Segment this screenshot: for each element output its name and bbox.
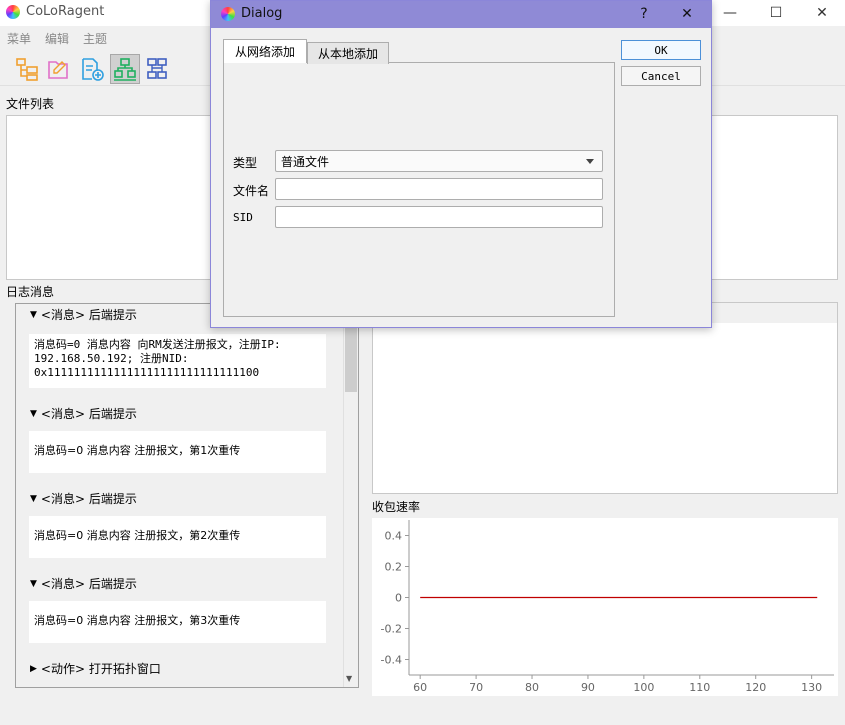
y-tick-label: -0.4 (381, 654, 402, 667)
scroll-down-arrow-icon[interactable]: ▼ (346, 674, 352, 683)
type-select-value: 普通文件 (281, 154, 330, 169)
minimize-button[interactable]: — (707, 0, 753, 26)
menu-item-menu[interactable]: 菜单 (7, 30, 31, 47)
topology-panel[interactable] (372, 302, 838, 494)
log-entry-body: 消息码=0 消息内容 注册报文，第2次重传 (29, 516, 326, 558)
folder-open-icon[interactable] (44, 54, 74, 84)
sid-input[interactable] (275, 206, 603, 228)
file-list-label: 文件列表 (6, 97, 55, 111)
x-tick-label: 130 (801, 681, 822, 694)
y-tick-label: 0 (395, 592, 402, 605)
x-tick-label: 80 (525, 681, 539, 694)
ok-button[interactable]: OK (621, 40, 701, 60)
close-button[interactable]: ✕ (799, 0, 845, 26)
x-tick-label: 120 (745, 681, 766, 694)
x-tick-label: 110 (689, 681, 710, 694)
collapse-triangle-icon: ▼ (30, 493, 37, 504)
filename-label: 文件名 (233, 184, 270, 198)
log-entry-header[interactable]: ▼ <消息> 后端提示 (30, 575, 137, 592)
log-entry-header[interactable]: ▼ <消息> 后端提示 (30, 490, 137, 507)
log-entry-body: 消息码=0 消息内容 注册报文，第1次重传 (29, 431, 326, 473)
log-entry-header[interactable]: ▼ <消息> 后端提示 (30, 405, 137, 422)
x-tick-label: 90 (581, 681, 595, 694)
menu-item-edit[interactable]: 编辑 (45, 30, 69, 47)
collapse-triangle-icon: ▼ (30, 309, 37, 320)
collapse-triangle-icon: ▼ (30, 578, 37, 589)
expand-triangle-icon: ▶ (30, 663, 37, 674)
chart-label: 收包速率 (372, 500, 421, 514)
menu-item-theme[interactable]: 主题 (83, 30, 107, 47)
log-entry-collapsed[interactable]: ▶ <动作> 打开拓扑窗口 (30, 660, 161, 677)
log-entry-body: 消息码=0 消息内容 注册报文，第3次重传 (29, 601, 326, 643)
log-entry-header[interactable]: ▼ <消息> 后端提示 (30, 306, 137, 323)
app-logo-icon (6, 5, 20, 19)
log-label: 日志消息 (6, 285, 55, 299)
x-tick-label: 70 (469, 681, 483, 694)
filename-input[interactable] (275, 178, 603, 200)
dialog-title: Dialog (241, 6, 283, 21)
window-title: CoLoRagent (26, 4, 105, 19)
sid-label: SID (233, 211, 253, 224)
maximize-button[interactable]: ☐ (753, 0, 799, 26)
x-tick-label: 60 (413, 681, 427, 694)
cancel-button[interactable]: Cancel (621, 66, 701, 86)
collapse-triangle-icon: ▼ (30, 408, 37, 419)
folder-tree-icon[interactable] (12, 54, 42, 84)
type-label: 类型 (233, 156, 258, 170)
tab-from-local[interactable]: 从本地添加 (307, 42, 389, 64)
chart-background (372, 518, 838, 696)
topology-icon[interactable] (142, 54, 172, 84)
chevron-down-icon (586, 159, 594, 164)
x-tick-label: 100 (633, 681, 654, 694)
y-tick-label: 0.2 (385, 561, 403, 574)
network-icon[interactable] (110, 54, 140, 84)
log-entry-body: 消息码=0 消息内容 向RM发送注册报文，注册IP: 192.168.50.19… (29, 334, 326, 388)
dialog-close-button[interactable]: ✕ (669, 1, 705, 27)
add-file-icon[interactable] (77, 54, 107, 84)
y-tick-label: -0.2 (381, 623, 402, 636)
dialog-help-button[interactable]: ? (626, 1, 662, 27)
type-select[interactable]: 普通文件 (275, 150, 603, 172)
add-file-dialog: Dialog ? ✕ 从网络添加 从本地添加 类型 普通文件 文件名 SID O… (210, 0, 712, 328)
dialog-logo-icon (221, 7, 235, 21)
packet-rate-chart: 0.4 0.2 0 -0.2 -0.4 60 70 80 90 100 110 120 130 (372, 518, 838, 696)
tab-from-network[interactable]: 从网络添加 (223, 39, 307, 63)
y-tick-label: 0.4 (385, 530, 403, 543)
